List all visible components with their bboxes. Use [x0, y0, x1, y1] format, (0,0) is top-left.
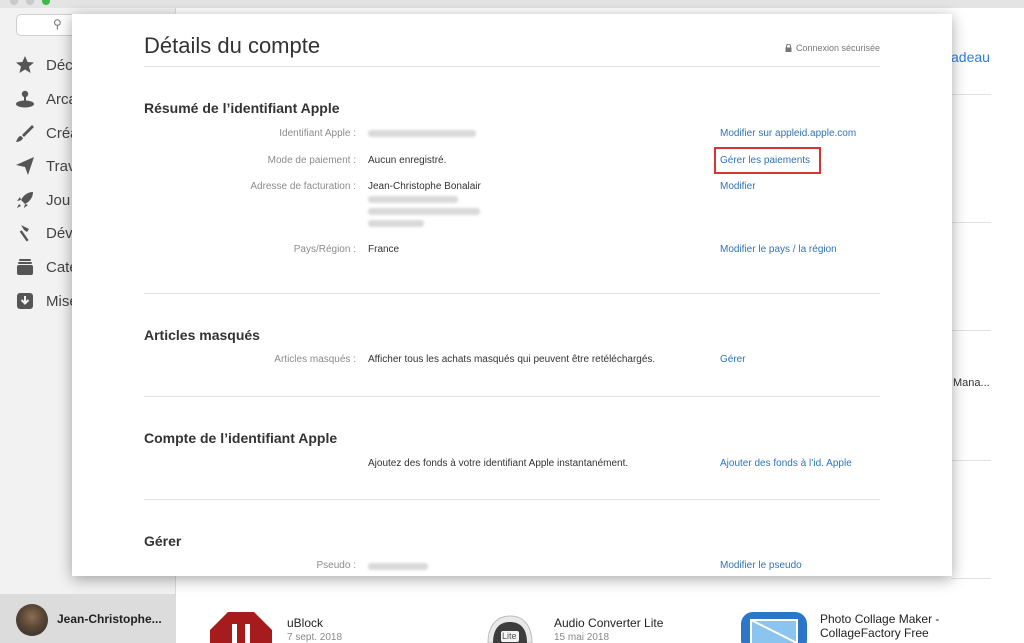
brush-icon	[14, 122, 36, 144]
app-name: uBlock	[287, 616, 324, 630]
section-title-apple-id-account: Compte de l’identifiant Apple	[144, 430, 338, 446]
divider	[951, 460, 991, 461]
ublock-app-icon	[210, 612, 272, 643]
app-name: Audio Converter Lite	[554, 616, 664, 630]
lock-icon	[785, 43, 792, 52]
close-window-button[interactable]	[10, 0, 18, 5]
hidden-items-label: Articles masqués :	[274, 354, 356, 365]
hammer-icon	[14, 222, 36, 244]
sidebar-item-label: Déc	[46, 56, 73, 74]
stack-icon	[14, 256, 36, 278]
page-title: Détails du compte	[144, 33, 321, 58]
user-name: Jean-Christophe...	[57, 612, 162, 626]
billing-address-label: Adresse de facturation :	[250, 181, 356, 192]
apple-id-value-redacted	[368, 130, 476, 137]
billing-address-line-redacted	[368, 208, 480, 215]
billing-address-line-redacted	[368, 196, 458, 203]
add-funds-link[interactable]: Ajouter des fonds à l’id. Apple	[720, 458, 852, 469]
country-label: Pays/Région :	[293, 244, 356, 255]
sidebar-item-develop[interactable]: Dév	[14, 221, 73, 245]
divider	[951, 578, 991, 579]
sidebar-item-play[interactable]: Jou	[14, 188, 70, 212]
lite-badge: Lite	[502, 631, 517, 641]
apple-id-label: Identifiant Apple :	[279, 128, 356, 139]
divider	[144, 396, 880, 397]
account-details-sheet: Détails du compte Connexion sécurisée Ré…	[72, 14, 952, 576]
minimize-window-button[interactable]	[26, 0, 34, 5]
paper-plane-icon	[14, 155, 36, 177]
manage-hidden-items-link[interactable]: Gérer	[720, 354, 746, 365]
zoom-window-button[interactable]	[42, 0, 50, 5]
divider	[144, 499, 880, 500]
nickname-label: Pseudo :	[316, 560, 356, 571]
divider	[951, 222, 991, 223]
download-icon	[14, 290, 36, 312]
country-value: France	[368, 244, 400, 255]
payment-method-value: Aucun enregistré.	[368, 155, 447, 166]
manage-payments-highlight	[714, 147, 821, 174]
account-button[interactable]: Jean-Christophe...	[0, 594, 176, 643]
payment-method-label: Mode de paiement :	[267, 155, 356, 166]
sidebar-item-label: Jou	[46, 191, 71, 209]
edit-nickname-link[interactable]: Modifier le pseudo	[720, 560, 802, 571]
app-name: Photo Collage Maker - CollageFactory Fre…	[820, 612, 940, 640]
sidebar-item-arcade[interactable]: Arca	[14, 87, 77, 111]
divider	[144, 66, 880, 67]
billing-address-line-redacted	[368, 220, 424, 227]
sidebar-item-updates[interactable]: Mise	[14, 289, 78, 313]
gift-link-peek[interactable]: adeau	[951, 49, 990, 65]
app-date: 15 mai 2018	[554, 632, 610, 643]
rocket-icon	[14, 189, 36, 211]
edit-country-link[interactable]: Modifier le pays / la région	[720, 244, 837, 255]
divider	[951, 330, 991, 331]
sidebar-item-categories[interactable]: Caté	[14, 255, 78, 279]
secure-connection-text: Connexion sécurisée	[795, 43, 880, 53]
edit-billing-link[interactable]: Modifier	[720, 181, 756, 192]
app-name-peek: Mana...	[953, 377, 990, 389]
secure-connection-label: Connexion sécurisée	[785, 43, 880, 53]
divider	[144, 293, 880, 294]
section-title-summary: Résumé de l’identifiant Apple	[144, 100, 340, 116]
section-title-hidden-items: Articles masqués	[144, 327, 260, 343]
add-funds-description: Ajoutez des fonds à votre identifiant Ap…	[368, 458, 629, 469]
edit-apple-id-link[interactable]: Modifier sur appleid.apple.com	[720, 128, 856, 139]
sidebar-item-work[interactable]: Trav	[14, 154, 75, 178]
search-icon: ⚲	[53, 17, 62, 31]
avatar	[16, 604, 48, 636]
hidden-items-value: Afficher tous les achats masqués qui peu…	[368, 354, 656, 365]
nickname-value-redacted	[368, 563, 428, 570]
joystick-icon	[14, 88, 36, 110]
divider	[951, 94, 991, 95]
sidebar-item-discover[interactable]: Déc	[14, 53, 73, 77]
star-icon	[14, 54, 36, 76]
sidebar-item-label: Dév	[46, 224, 73, 242]
window-titlebar	[0, 0, 1024, 8]
billing-address-name: Jean-Christophe Bonalair	[368, 181, 481, 192]
sidebar-item-create[interactable]: Créa	[14, 121, 79, 145]
section-title-manage: Gérer	[144, 533, 182, 549]
app-date: 7 sept. 2018	[287, 632, 343, 643]
photo-collage-app-icon	[741, 612, 807, 643]
